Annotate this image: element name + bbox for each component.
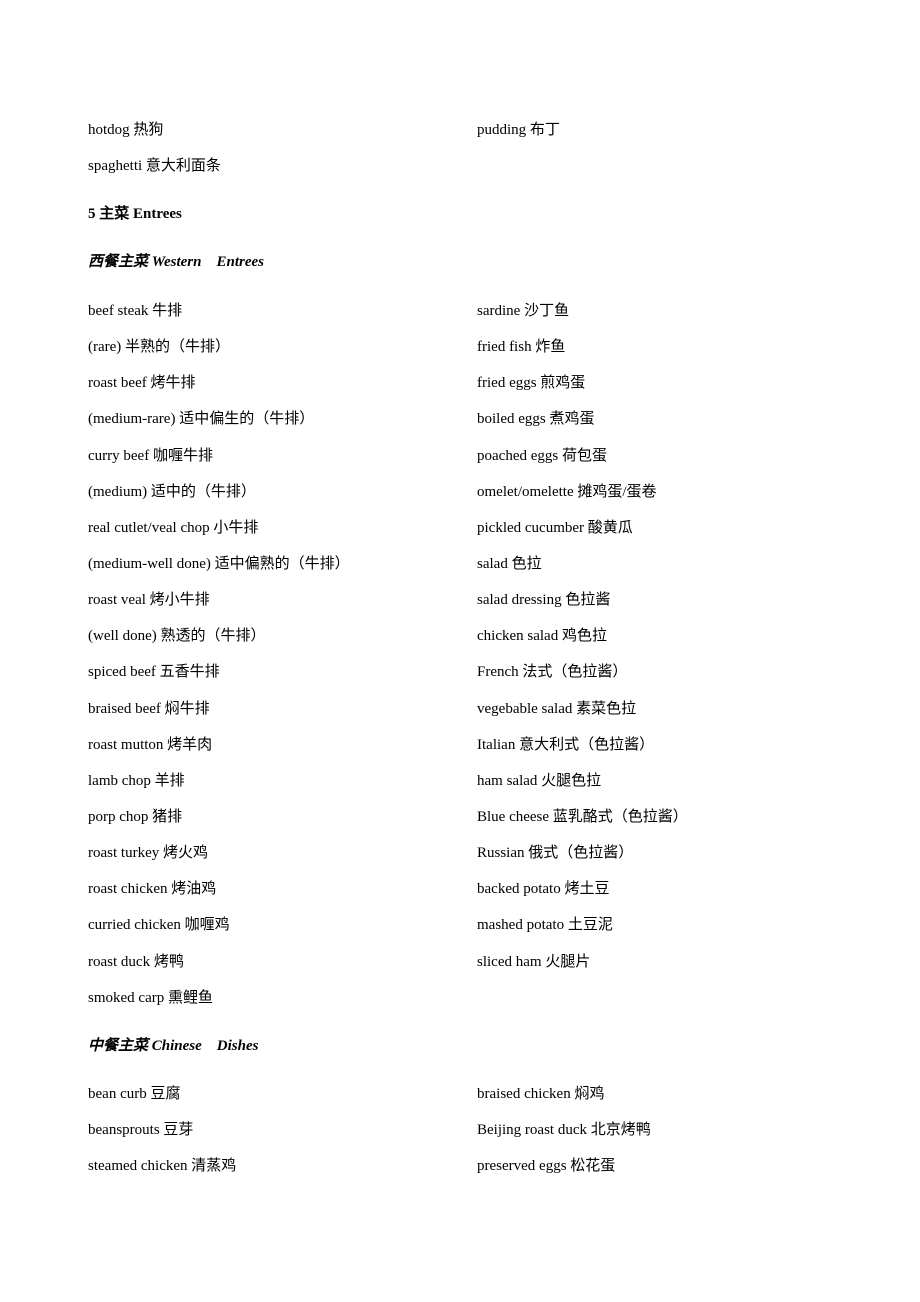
vocab-entry-left: hotdog 热狗 xyxy=(88,122,164,138)
vocab-row: steamed chicken 清蒸鸡 preserved eggs 松花蛋 xyxy=(88,1148,868,1184)
vocab-entry-left: smoked carp 熏鲤鱼 xyxy=(88,989,213,1006)
vocab-row: bean curb 豆腐 braised chicken 焖鸡 xyxy=(88,1076,868,1112)
vocab-entry-right: Italian 意大利式（色拉酱） xyxy=(477,736,655,753)
vocab-row: roast mutton 烤羊肉 Italian 意大利式（色拉酱） xyxy=(88,727,868,763)
vocab-entry-left: (rare) 半熟的（牛排） xyxy=(88,339,231,356)
vocab-entry-right: Beijing roast duck 北京烤鸭 xyxy=(477,1122,651,1139)
vocab-entry-left: (medium-well done) 适中偏熟的（牛排） xyxy=(88,555,350,572)
vocab-row: lamb chop 羊排 ham salad 火腿色拉 xyxy=(88,763,868,799)
vocab-entry-left: curried chicken 咖喱鸡 xyxy=(88,917,230,934)
vocab-entry-right: braised chicken 焖鸡 xyxy=(477,1086,605,1102)
vocab-row: spaghetti 意大利面条 xyxy=(88,148,868,184)
vocab-entry-left: (well done) 熟透的（牛排） xyxy=(88,628,266,645)
vocab-entry-left: porp chop 猪排 xyxy=(88,808,183,825)
vocab-row: curry beef 咖喱牛排 poached eggs 荷包蛋 xyxy=(88,438,868,474)
vocab-entry-right: salad 色拉 xyxy=(477,555,542,572)
vocab-entry-left: braised beef 焖牛排 xyxy=(88,700,210,717)
vocab-entry-right: French 法式（色拉酱） xyxy=(477,664,628,681)
vocab-row: smoked carp 熏鲤鱼 xyxy=(88,980,868,1016)
vocab-entry-right: fried eggs 煎鸡蛋 xyxy=(477,375,586,392)
vocab-entry-right: vegebable salad 素菜色拉 xyxy=(477,700,637,717)
vocab-entry-right: fried fish 炸鱼 xyxy=(477,339,566,356)
vocab-row: spiced beef 五香牛排 French 法式（色拉酱） xyxy=(88,654,868,690)
vocab-row: (medium-well done) 适中偏熟的（牛排） salad 色拉 xyxy=(88,546,868,582)
vocab-entry-left: roast veal 烤小牛排 xyxy=(88,592,210,609)
vocab-entry-right: pickled cucumber 酸黄瓜 xyxy=(477,519,633,536)
chinese-dishes-list: bean curb 豆腐 braised chicken 焖鸡 beansprout… xyxy=(88,1076,868,1184)
vocab-entry-right: chicken salad 鸡色拉 xyxy=(477,628,607,645)
vocab-entry-left: roast beef 烤牛排 xyxy=(88,375,196,392)
western-entrees-heading: 西餐主菜 Western Entrees xyxy=(88,254,264,270)
vocab-entry-right: boiled eggs 煮鸡蛋 xyxy=(477,411,595,428)
vocab-entry-right: omelet/omelette 摊鸡蛋/蛋卷 xyxy=(477,483,657,500)
vocab-row: beef steak 牛排 sardine 沙丁鱼 xyxy=(88,293,868,329)
top-list: hotdog 热狗 pudding 布丁 spaghetti 意大利面条 xyxy=(88,112,868,184)
vocab-entry-right: Russian 俄式（色拉酱） xyxy=(477,845,634,862)
vocab-entry-left: roast mutton 烤羊肉 xyxy=(88,736,213,753)
vocab-entry-right: preserved eggs 松花蛋 xyxy=(477,1158,616,1175)
section-heading-entrees: 5 主菜 Entrees xyxy=(88,206,182,222)
vocab-entry-left: beef steak 牛排 xyxy=(88,303,183,319)
vocab-row: curried chicken 咖喱鸡 mashed potato 土豆泥 xyxy=(88,907,868,943)
vocab-entry-left: bean curb 豆腐 xyxy=(88,1086,181,1102)
vocab-row: real cutlet/veal chop 小牛排 pickled cucumbe… xyxy=(88,510,868,546)
vocab-row: roast veal 烤小牛排 salad dressing 色拉酱 xyxy=(88,582,868,618)
vocab-entry-right: backed potato 烤土豆 xyxy=(477,881,610,898)
vocab-row: hotdog 热狗 pudding 布丁 xyxy=(88,112,868,148)
western-entrees-list: beef steak 牛排 sardine 沙丁鱼 (rare) 半熟的（牛排） fr… xyxy=(88,293,868,1016)
vocab-entry-right: sardine 沙丁鱼 xyxy=(477,303,570,319)
vocab-entry-right: mashed potato 土豆泥 xyxy=(477,917,613,934)
vocab-entry-right: pudding 布丁 xyxy=(477,122,560,138)
vocab-row: (medium-rare) 适中偏生的（牛排） boiled eggs 煮鸡蛋 xyxy=(88,401,868,437)
vocab-entry-left: spiced beef 五香牛排 xyxy=(88,664,220,681)
vocab-entry-left: steamed chicken 清蒸鸡 xyxy=(88,1158,237,1175)
vocab-row: roast turkey 烤火鸡 Russian 俄式（色拉酱） xyxy=(88,835,868,871)
vocab-row: (well done) 熟透的（牛排） chicken salad 鸡色拉 xyxy=(88,618,868,654)
vocab-entry-left: roast chicken 烤油鸡 xyxy=(88,881,217,898)
vocab-entry-left: roast duck 烤鸭 xyxy=(88,953,184,970)
vocab-entry-left: roast turkey 烤火鸡 xyxy=(88,845,208,862)
vocab-entry-left: (medium) 适中的（牛排） xyxy=(88,483,256,500)
vocab-entry-right: poached eggs 荷包蛋 xyxy=(477,447,607,464)
vocab-entry-right: Blue cheese 蓝乳酪式（色拉酱） xyxy=(477,808,688,825)
vocab-row: porp chop 猪排 Blue cheese 蓝乳酪式（色拉酱） xyxy=(88,799,868,835)
vocab-entry-left: lamb chop 羊排 xyxy=(88,772,185,789)
vocab-entry-left: real cutlet/veal chop 小牛排 xyxy=(88,519,259,536)
vocab-row: braised beef 焖牛排 vegebable salad 素菜色拉 xyxy=(88,691,868,727)
vocab-row: roast chicken 烤油鸡 backed potato 烤土豆 xyxy=(88,871,868,907)
vocab-row: roast beef 烤牛排 fried eggs 煎鸡蛋 xyxy=(88,365,868,401)
vocab-entry-right: salad dressing 色拉酱 xyxy=(477,592,611,609)
vocab-entry-left: beansprouts 豆芽 xyxy=(88,1122,194,1139)
vocab-row: (medium) 适中的（牛排） omelet/omelette 摊鸡蛋/蛋卷 xyxy=(88,474,868,510)
vocab-entry-right: sliced ham 火腿片 xyxy=(477,953,591,970)
chinese-dishes-heading: 中餐主菜 Chinese Dishes xyxy=(88,1038,259,1054)
vocab-row: beansprouts 豆芽 Beijing roast duck 北京烤鸭 xyxy=(88,1112,868,1148)
vocab-row: (rare) 半熟的（牛排） fried fish 炸鱼 xyxy=(88,329,868,365)
vocab-entry-left: curry beef 咖喱牛排 xyxy=(88,447,213,464)
vocab-entry-left: (medium-rare) 适中偏生的（牛排） xyxy=(88,411,315,428)
vocab-entry-right: ham salad 火腿色拉 xyxy=(477,772,602,789)
vocab-entry-left: spaghetti 意大利面条 xyxy=(88,158,221,175)
vocab-row: roast duck 烤鸭 sliced ham 火腿片 xyxy=(88,944,868,980)
